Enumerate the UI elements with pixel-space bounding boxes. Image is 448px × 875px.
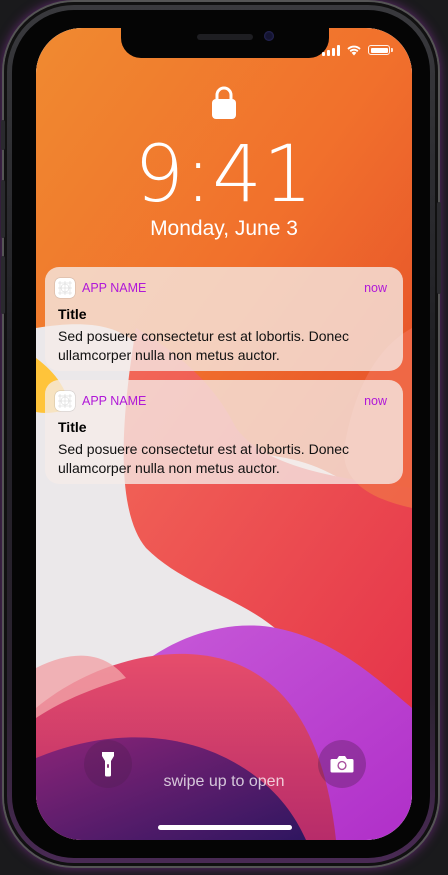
lock-screen: 9:41 Monday, June 3 APP NAME now Title S…	[36, 28, 412, 840]
home-indicator[interactable]	[158, 825, 292, 830]
notification-time: now	[364, 394, 387, 408]
wifi-icon	[347, 45, 361, 56]
battery-icon	[368, 45, 393, 55]
front-camera	[264, 31, 274, 41]
power-button	[437, 202, 441, 294]
swipe-hint: swipe up to open	[163, 773, 285, 790]
notification-time: now	[364, 281, 387, 295]
status-bar	[322, 42, 393, 58]
lock-icon	[212, 86, 236, 119]
cellular-signal-icon	[322, 44, 340, 56]
camera-icon	[330, 756, 354, 773]
volume-up-button	[1, 180, 5, 238]
notification-title: Title	[58, 306, 87, 322]
volume-down-button	[1, 256, 5, 314]
notification-body: Sed posuere consectetur est at lobortis.…	[58, 328, 350, 363]
notification-app-name: APP NAME	[82, 394, 147, 408]
speaker-grille	[197, 34, 253, 40]
notification-body: Sed posuere consectetur est at lobortis.…	[58, 441, 350, 476]
notch	[121, 28, 329, 58]
notification-title: Title	[58, 419, 87, 435]
app-icon	[55, 278, 75, 298]
notification-card[interactable]: APP NAME now Title Sed posuere consectet…	[45, 267, 403, 371]
notification-card[interactable]: APP NAME now Title Sed posuere consectet…	[45, 380, 403, 484]
clock-date: Monday, June 3	[150, 217, 298, 240]
silent-switch	[1, 120, 5, 150]
app-icon	[55, 391, 75, 411]
notification-app-name: APP NAME	[82, 281, 147, 295]
clock-time: 9:41	[134, 130, 314, 220]
